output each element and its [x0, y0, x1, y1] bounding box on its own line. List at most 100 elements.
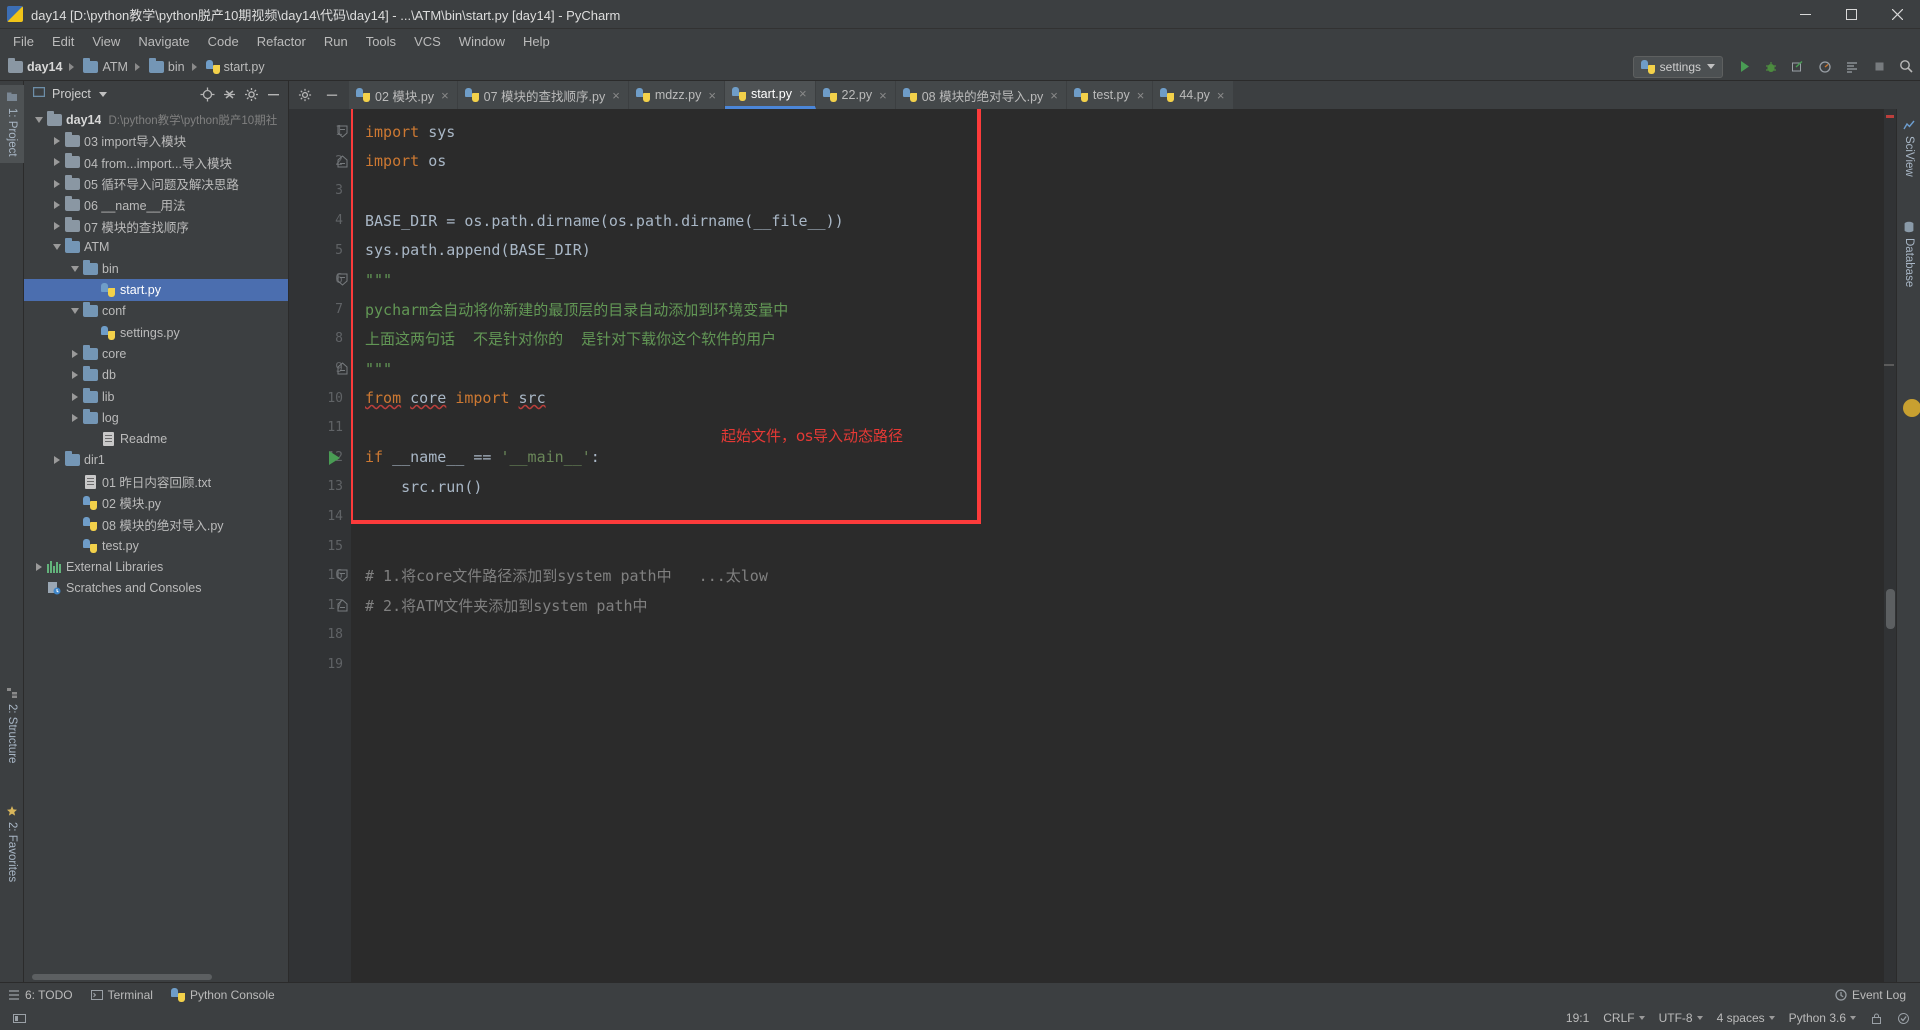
editor-tab[interactable]: mdzz.py × [628, 81, 725, 109]
menu-run[interactable]: Run [315, 30, 357, 52]
gear-icon[interactable] [292, 82, 318, 108]
sidebar-item-sciview[interactable]: SciView [1897, 113, 1920, 183]
chevron-down-icon[interactable] [68, 308, 81, 315]
tree-item[interactable]: 07 模块的查找顺序 [24, 215, 288, 236]
menu-navigate[interactable]: Navigate [129, 30, 198, 52]
code-line[interactable] [351, 620, 1884, 650]
run-button[interactable] [1731, 54, 1757, 80]
minimize-button[interactable] [1782, 0, 1828, 29]
debug-button[interactable] [1758, 54, 1784, 80]
error-marker[interactable] [1886, 115, 1894, 118]
indent-setting[interactable]: 4 spaces [1717, 1011, 1775, 1025]
memory-indicator-icon[interactable] [8, 1012, 30, 1025]
code-line[interactable]: """ [351, 354, 1884, 384]
breadcrumb-startpy[interactable]: start.py [205, 59, 265, 74]
tool-button-todo[interactable]: 6: TODO [8, 988, 73, 1002]
code-editor[interactable]: 起始文件，os导入动态路径 import sys import os BASE_DI… [351, 109, 1884, 982]
code-line[interactable]: pycharm会自动将你新建的最顶层的目录自动添加到环境变量中 [351, 295, 1884, 325]
chevron-right-icon[interactable] [32, 562, 45, 571]
code-line[interactable] [351, 502, 1884, 532]
sidebar-item-project[interactable]: 1: Project [0, 85, 24, 163]
file-encoding[interactable]: UTF-8 [1659, 1011, 1703, 1025]
code-line[interactable]: if __name__ == '__main__': [351, 443, 1884, 473]
code-line[interactable]: 上面这两句话 不是针对你的 是针对下载你这个软件的用户 [351, 324, 1884, 354]
chevron-right-icon[interactable] [50, 200, 63, 209]
chevron-right-icon[interactable] [68, 413, 81, 422]
editor-tab[interactable]: 08 模块的绝对导入.py × [895, 81, 1067, 109]
minus-icon[interactable] [319, 82, 345, 108]
tree-item[interactable]: External Libraries [24, 556, 288, 577]
code-line[interactable]: """ [351, 265, 1884, 295]
code-line[interactable] [351, 531, 1884, 561]
python-interpreter[interactable]: Python 3.6 [1789, 1011, 1856, 1025]
chevron-right-icon[interactable] [68, 349, 81, 358]
event-log-button[interactable]: Event Log [1835, 988, 1906, 1002]
code-line[interactable]: import sys [351, 117, 1884, 147]
editor-tab[interactable]: 02 模块.py × [349, 81, 458, 109]
fold-end-icon[interactable] [336, 598, 349, 612]
chevron-down-icon[interactable] [32, 116, 45, 123]
tree-item[interactable]: ATM [24, 237, 288, 258]
code-line[interactable] [351, 176, 1884, 206]
close-icon[interactable]: × [708, 89, 716, 102]
attach-button[interactable] [1839, 54, 1865, 80]
tree-item[interactable]: 08 模块的绝对导入.py [24, 514, 288, 535]
chevron-down-icon[interactable] [50, 244, 63, 251]
editor-gutter[interactable]: 1 2 3 4 5 6 7 8 9 10 11 12 13 14 15 16 17 18 19 [289, 109, 351, 982]
close-icon[interactable]: × [1050, 89, 1058, 102]
caret-position[interactable]: 19:1 [1566, 1011, 1589, 1025]
tree-item[interactable]: settings.py [24, 322, 288, 343]
stop-button[interactable] [1866, 54, 1892, 80]
project-tree-scrollbar[interactable] [32, 974, 212, 980]
close-icon[interactable]: × [1217, 89, 1225, 102]
tree-item[interactable]: 05 循环导入问题及解决思路 [24, 173, 288, 194]
chevron-right-icon[interactable] [50, 179, 63, 188]
tree-item[interactable]: Readme [24, 428, 288, 449]
tree-item[interactable]: conf [24, 301, 288, 322]
gear-icon[interactable] [240, 83, 262, 105]
code-line[interactable]: # 2.将ATM文件夹添加到system path中 [351, 591, 1884, 621]
tree-item[interactable]: 04 from...import...导入模块 [24, 152, 288, 173]
menu-code[interactable]: Code [199, 30, 248, 52]
code-line[interactable]: from core import src [351, 383, 1884, 413]
profile-button[interactable] [1812, 54, 1838, 80]
chevron-right-icon[interactable] [50, 456, 63, 465]
chevron-right-icon[interactable] [50, 222, 63, 231]
menu-vcs[interactable]: VCS [405, 30, 450, 52]
hide-panel-button[interactable] [262, 83, 284, 105]
close-icon[interactable]: × [441, 89, 449, 102]
search-button[interactable] [1893, 54, 1919, 80]
editor-tab[interactable]: start.py × [724, 81, 816, 109]
close-icon[interactable]: × [799, 87, 807, 100]
tool-button-python-console[interactable]: Python Console [170, 987, 275, 1002]
tree-item[interactable]: 01 昨日内容回顾.txt [24, 471, 288, 492]
sidebar-item-favorites[interactable]: 2: Favorites [0, 799, 24, 888]
code-line[interactable] [351, 650, 1884, 680]
locate-button[interactable] [196, 83, 218, 105]
editor-tab[interactable]: 07 模块的查找顺序.py × [457, 81, 629, 109]
chevron-right-icon[interactable] [50, 136, 63, 145]
editor-tab[interactable]: 22.py × [815, 81, 896, 109]
inspection-icon[interactable] [1897, 1012, 1910, 1025]
menu-tools[interactable]: Tools [357, 30, 405, 52]
sidebar-item-structure[interactable]: 2: Structure [0, 681, 24, 769]
chevron-right-icon[interactable] [68, 371, 81, 380]
fold-start-icon[interactable] [336, 569, 349, 582]
menu-view[interactable]: View [83, 30, 129, 52]
editor-tab[interactable]: 44.py × [1153, 81, 1234, 109]
breadcrumb-bin[interactable]: bin [148, 57, 185, 74]
tree-item[interactable]: day14 D:\python教学\python脱产10期社 [24, 109, 288, 130]
close-icon[interactable]: × [879, 89, 887, 102]
fold-end-icon[interactable] [336, 154, 349, 168]
tree-item[interactable]: 03 import导入模块 [24, 130, 288, 151]
code-line[interactable]: BASE_DIR = os.path.dirname(os.path.dirna… [351, 206, 1884, 236]
run-configuration-selector[interactable]: settings [1632, 55, 1723, 78]
menu-window[interactable]: Window [450, 30, 514, 52]
menu-edit[interactable]: Edit [43, 30, 83, 52]
tree-item[interactable]: dir1 [24, 450, 288, 471]
tree-item[interactable]: test.py [24, 535, 288, 556]
code-line[interactable]: src.run() [351, 472, 1884, 502]
tree-item[interactable]: bin [24, 258, 288, 279]
breadcrumb-day14[interactable]: day14 [8, 57, 62, 74]
chevron-right-icon[interactable] [50, 158, 63, 167]
